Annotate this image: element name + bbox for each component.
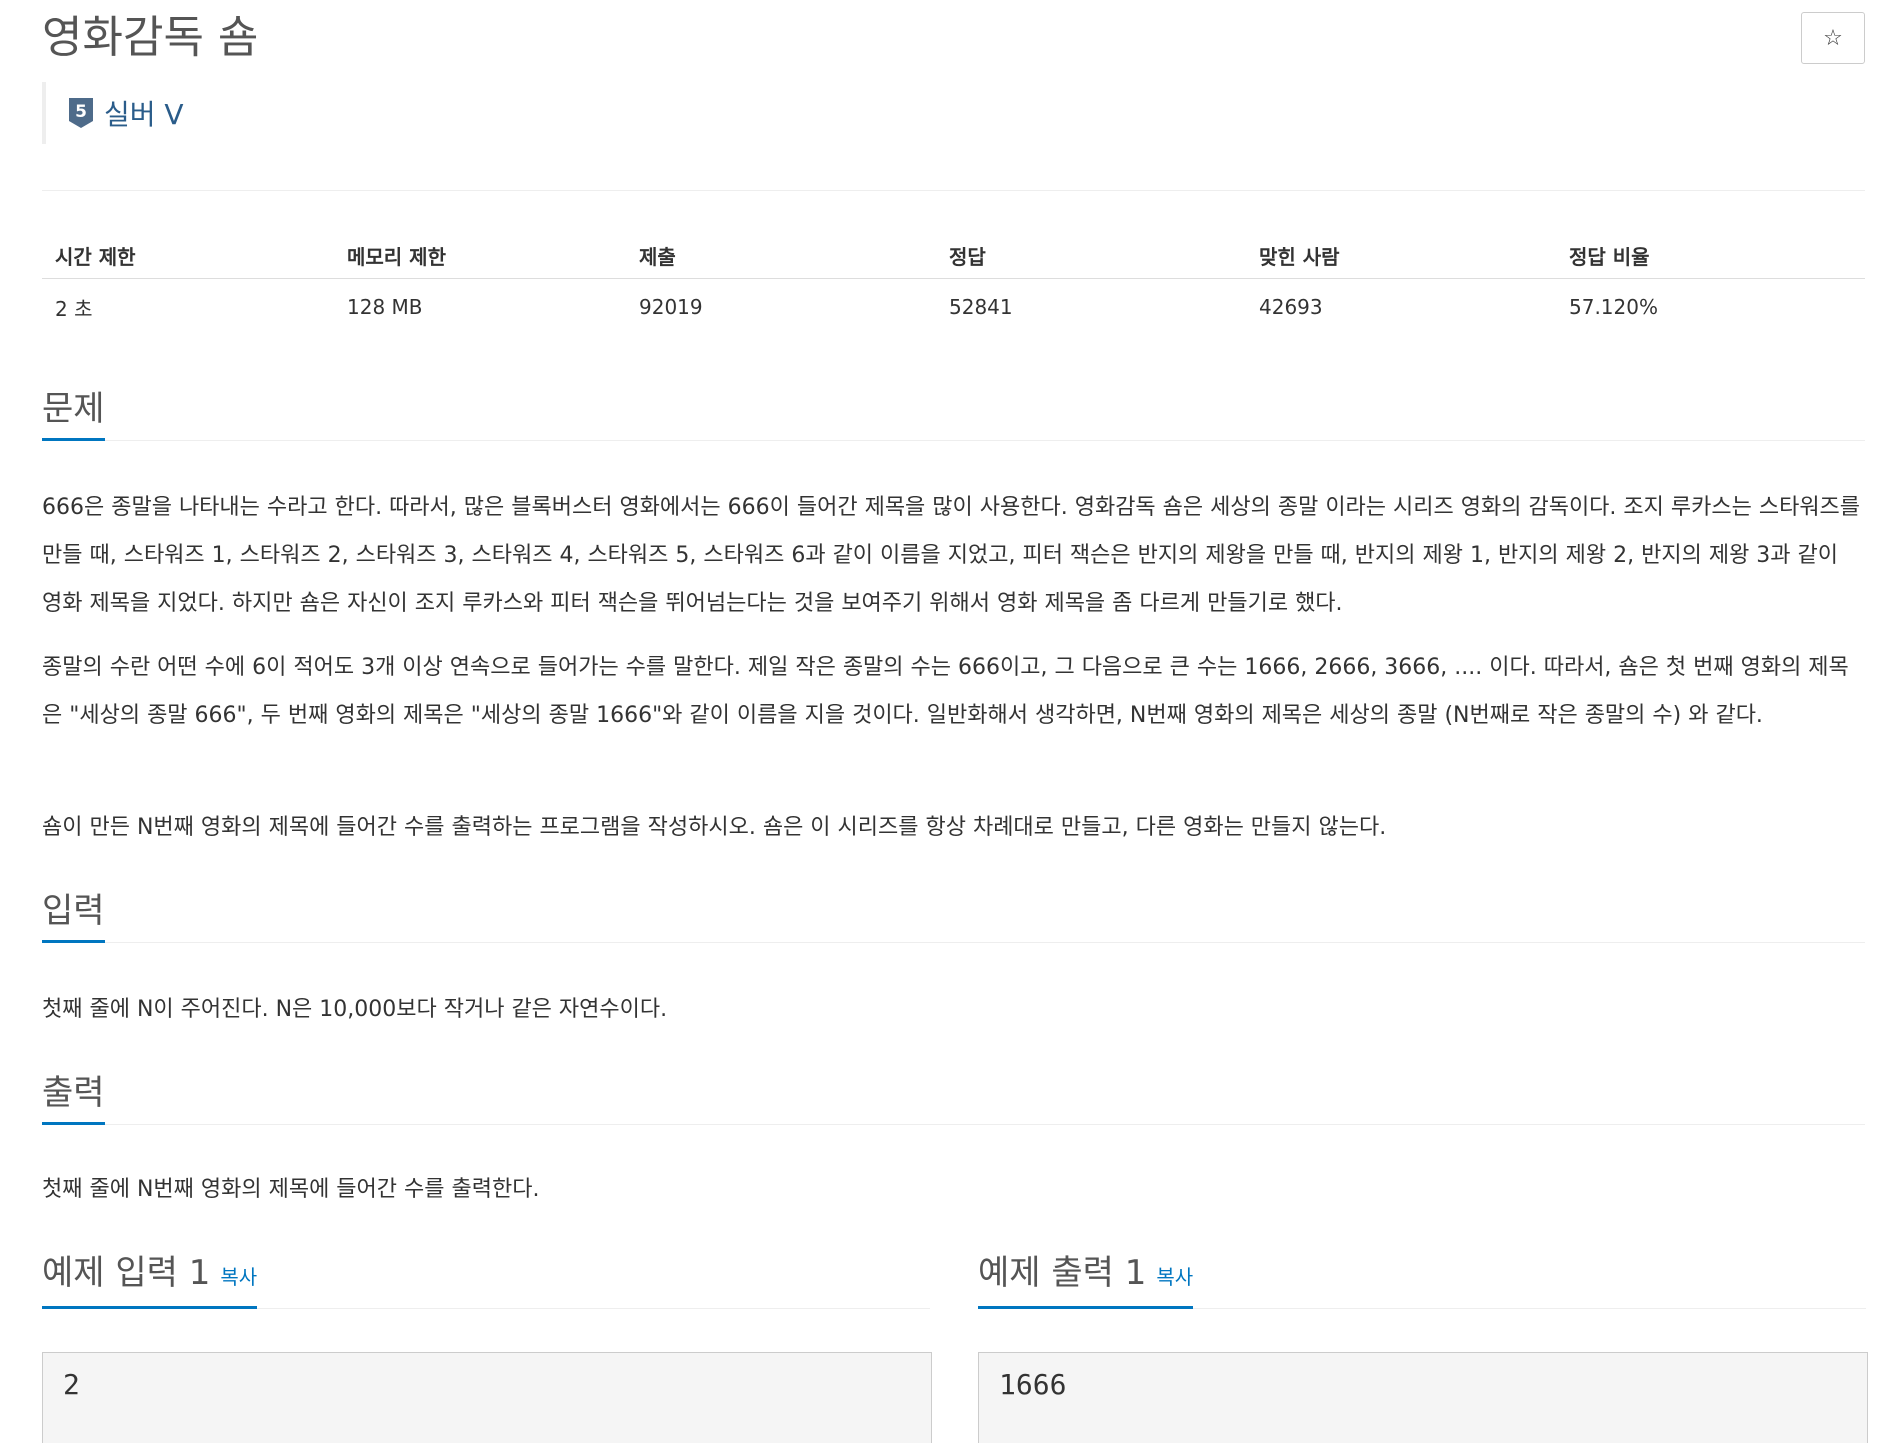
section-output-title: 출력 (42, 1070, 105, 1125)
stats-header-memory: 메모리 제한 (334, 232, 626, 279)
sample-output-title-wrap: 예제 출력 1 복사 (978, 1250, 1194, 1309)
star-button[interactable]: ☆ (1801, 12, 1865, 64)
sample-input-title-wrap: 예제 입력 1 복사 (42, 1250, 258, 1309)
page-title: 영화감독 숌 (42, 12, 259, 63)
stats-value-solvers: 42693 (1259, 295, 1323, 319)
tier-badge-container[interactable]: 5 실버 V (42, 82, 184, 144)
stats-value-time: 2 초 (55, 296, 93, 321)
section-description-title: 문제 (42, 386, 105, 441)
sample-input-copy-button[interactable]: 복사 (220, 1265, 257, 1289)
stats-value-submissions: 92019 (639, 295, 703, 319)
section-output-heading: 출력 (42, 1070, 1865, 1125)
stats-header-submissions: 제출 (626, 232, 936, 279)
divider (42, 190, 1865, 191)
sample-output-heading: 예제 출력 1 복사 (978, 1250, 1866, 1309)
sample-output-box[interactable]: 1666 (978, 1352, 1868, 1443)
description-paragraph-2: 종말의 수란 어떤 수에 6이 적어도 3개 이상 연속으로 들어가는 수를 말… (42, 655, 1849, 728)
description-paragraph-3: 숌이 만든 N번째 영화의 제목에 들어간 수를 출력하는 프로그램을 작성하시… (42, 815, 1387, 840)
sample-output-title: 예제 출력 1 (978, 1253, 1147, 1293)
tier-label: 실버 V (104, 98, 184, 131)
output-description: 첫째 줄에 N번째 영화의 제목에 들어간 수를 출력한다. (42, 1177, 540, 1202)
sample-output-copy-button[interactable]: 복사 (1156, 1265, 1193, 1289)
stats-header-accepted: 정답 (936, 232, 1246, 279)
stats-value-row: 2 초 128 MB 92019 52841 42693 57.120% (42, 279, 1865, 336)
stats-value-memory: 128 MB (347, 295, 423, 319)
input-description: 첫째 줄에 N이 주어진다. N은 10,000보다 작거나 같은 자연수이다. (42, 997, 668, 1022)
sample-input-title: 예제 입력 1 (42, 1253, 211, 1293)
description-paragraph-1: 666은 종말을 나타내는 수라고 한다. 따라서, 많은 블록버스터 영화에서… (42, 495, 1861, 616)
star-icon: ☆ (1823, 25, 1843, 51)
sample-input-heading: 예제 입력 1 복사 (42, 1250, 930, 1309)
section-description-heading: 문제 (42, 386, 1865, 441)
tier-shield-icon: 5 (69, 98, 93, 128)
stats-header-time: 시간 제한 (42, 232, 334, 279)
stats-value-ratio: 57.120% (1569, 295, 1658, 319)
stats-header-ratio: 정답 비율 (1556, 232, 1865, 279)
stats-header-row: 시간 제한 메모리 제한 제출 정답 맞힌 사람 정답 비율 (42, 232, 1865, 279)
problem-stats-table: 시간 제한 메모리 제한 제출 정답 맞힌 사람 정답 비율 2 초 128 M… (42, 232, 1865, 335)
section-input-heading: 입력 (42, 888, 1865, 943)
stats-header-solvers: 맞힌 사람 (1246, 232, 1556, 279)
sample-input-box[interactable]: 2 (42, 1352, 932, 1443)
tier-number: 5 (75, 102, 87, 122)
stats-value-accepted: 52841 (949, 295, 1013, 319)
section-input-title: 입력 (42, 888, 105, 943)
